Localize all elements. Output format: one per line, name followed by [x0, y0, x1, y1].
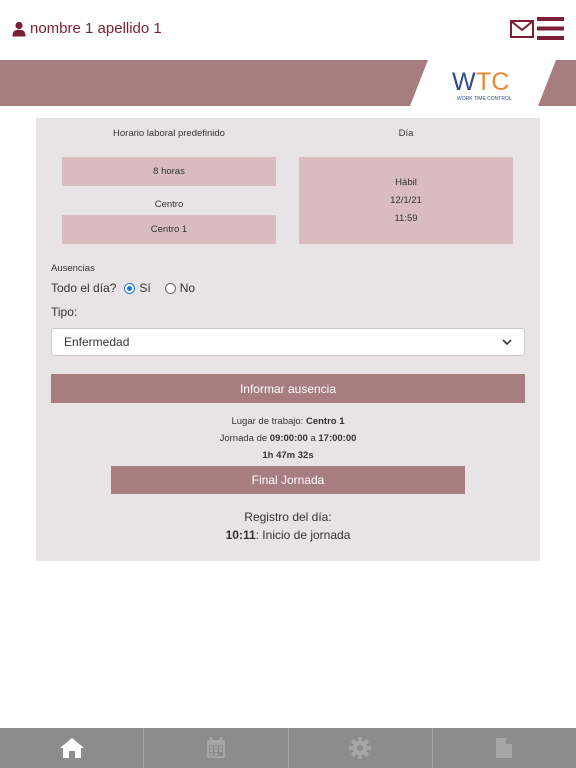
tab-calendar[interactable]: [144, 728, 289, 768]
final-jornada-button[interactable]: Final Jornada: [111, 466, 465, 494]
bottom-tab-bar: [0, 728, 576, 768]
radio-si[interactable]: [124, 282, 136, 294]
svg-text:TC: TC: [476, 68, 509, 96]
registro-event: : Inicio de jornada: [255, 528, 351, 542]
svg-text:W: W: [452, 68, 476, 96]
elapsed-time: 1h 47m 32s: [262, 450, 314, 461]
jornada-mid: a: [307, 433, 319, 444]
jornada-prefix: Jornada de: [219, 433, 270, 444]
horario-label: Horario laboral predefinido: [113, 128, 225, 139]
dia-time: 11:59: [394, 213, 418, 224]
jornada-start: 09:00:00: [269, 433, 308, 444]
informar-ausencia-button[interactable]: Informar ausencia: [51, 374, 525, 403]
registro-title: Registro del día:: [244, 510, 332, 524]
tab-settings[interactable]: [289, 728, 433, 768]
app-header: nombre 1 apellido 1: [0, 0, 576, 60]
todo-dia-label: Todo el día?: [51, 281, 117, 295]
radio-si-label[interactable]: Sí: [139, 281, 150, 295]
radio-no-label[interactable]: No: [180, 281, 195, 295]
radio-no[interactable]: [164, 282, 176, 294]
registro-time: 10:11: [225, 528, 256, 542]
lugar-value: Centro 1: [305, 416, 345, 427]
elapsed-line: 1h 47m 32s: [36, 450, 540, 461]
centro-label: Centro: [154, 199, 184, 210]
document-icon: [496, 738, 513, 758]
workday-card: Horario laboral predefinido Día 8 horas …: [36, 118, 540, 561]
tipo-label: Tipo:: [51, 305, 78, 319]
dia-info-box: Hábil 12/1/21 11:59: [299, 157, 513, 244]
tab-home[interactable]: [0, 728, 145, 768]
svg-text:WORK TIME CONTROL: WORK TIME CONTROL: [457, 96, 512, 102]
lugar-prefix: Lugar de trabajo:: [231, 416, 306, 427]
calendar-icon: [206, 737, 225, 758]
mail-icon[interactable]: [510, 20, 534, 38]
tipo-select[interactable]: Enfermedad: [51, 328, 525, 356]
user-name: nombre 1 apellido 1: [30, 20, 162, 37]
horario-value: 8 horas: [153, 166, 185, 177]
chevron-down-icon: [502, 338, 512, 345]
home-icon: [59, 738, 84, 758]
ausencias-label: Ausencias: [51, 263, 95, 274]
wtc-logo: W TC WORK TIME CONTROL: [410, 60, 556, 106]
dia-label: Día: [398, 128, 414, 139]
registro-entry: 10:11: Inicio de jornada: [36, 528, 540, 542]
centro-value: Centro 1: [150, 224, 188, 235]
user-icon: [12, 21, 26, 36]
jornada-line: Jornada de 09:00:00 a 17:00:00: [36, 433, 540, 444]
jornada-end: 17:00:00: [318, 433, 357, 444]
hamburger-menu-icon[interactable]: [537, 17, 564, 40]
horario-value-box: 8 horas: [62, 157, 276, 186]
tipo-select-value: Enfermedad: [64, 335, 130, 349]
gear-icon: [349, 737, 372, 759]
tab-documents[interactable]: [433, 728, 576, 768]
dia-type: Hábil: [395, 177, 417, 188]
centro-value-box: Centro 1: [62, 215, 276, 244]
todo-dia-row: Todo el día? Sí No: [51, 281, 195, 295]
dia-date: 12/1/21: [390, 195, 422, 206]
user-info[interactable]: nombre 1 apellido 1: [12, 20, 162, 37]
lugar-trabajo-line: Lugar de trabajo: Centro 1: [36, 416, 540, 427]
